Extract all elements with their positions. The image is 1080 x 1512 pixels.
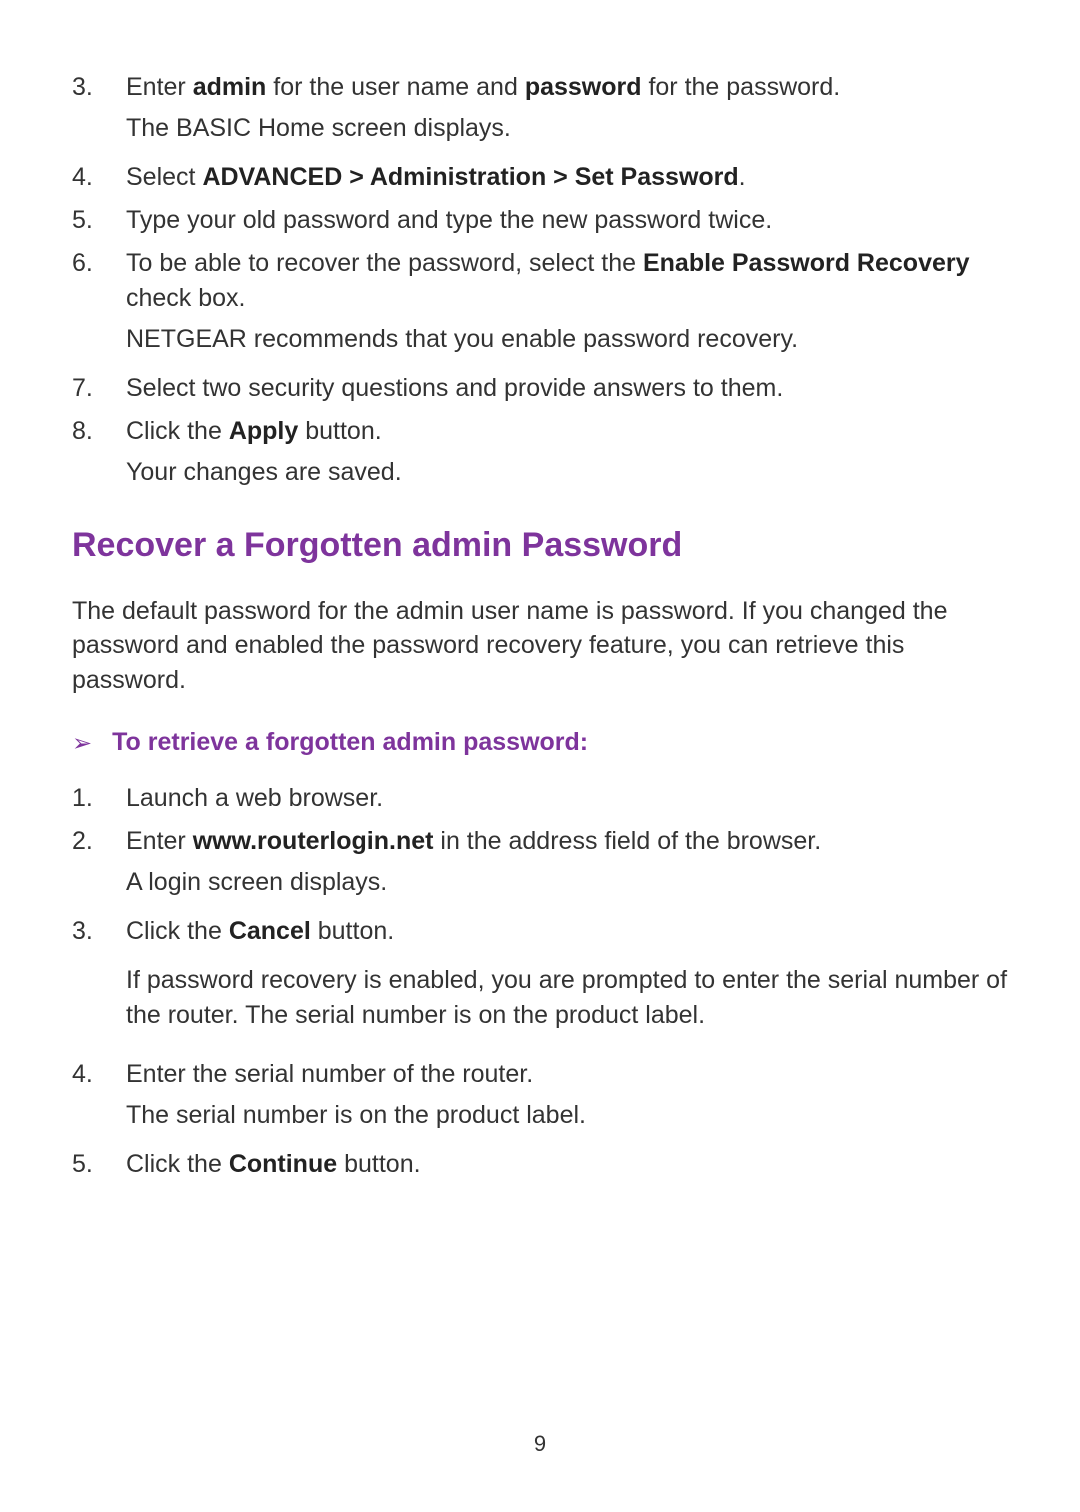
list-content: Click the Cancel button. If password rec… [126, 914, 1008, 1039]
list-item: 3. Click the Cancel button. If password … [72, 914, 1008, 1039]
list-text: Select ADVANCED > Administration > Set P… [126, 160, 1008, 195]
list-content: Enter the serial number of the router. T… [126, 1057, 1008, 1139]
subsection-heading-row: ➢ To retrieve a forgotten admin password… [72, 725, 1008, 761]
list-text: Click the Apply button. [126, 414, 1008, 449]
list-item: 2. Enter www.routerlogin.net in the addr… [72, 824, 1008, 906]
list-text: Enter admin for the user name and passwo… [126, 70, 1008, 105]
page-number: 9 [0, 1429, 1080, 1460]
list-number: 4. [72, 1057, 126, 1139]
list-number: 4. [72, 160, 126, 195]
list-item: 6. To be able to recover the password, s… [72, 246, 1008, 363]
list-content: Click the Continue button. [126, 1147, 1008, 1182]
list-text: Enter www.routerlogin.net in the address… [126, 824, 1008, 859]
list-item: 5. Type your old password and type the n… [72, 203, 1008, 238]
list-subtext: The serial number is on the product labe… [126, 1098, 1008, 1133]
list-subtext: NETGEAR recommends that you enable passw… [126, 322, 1008, 357]
list-item: 8. Click the Apply button. Your changes … [72, 414, 1008, 496]
list-content: Enter www.routerlogin.net in the address… [126, 824, 1008, 906]
list-content: Enter admin for the user name and passwo… [126, 70, 1008, 152]
list-number: 2. [72, 824, 126, 906]
list-subtext: If password recovery is enabled, you are… [126, 963, 1008, 1033]
list-item: 5. Click the Continue button. [72, 1147, 1008, 1182]
list-text: Select two security questions and provid… [126, 371, 1008, 406]
list-item: 3. Enter admin for the user name and pas… [72, 70, 1008, 152]
arrow-icon: ➢ [72, 727, 92, 761]
list-number: 1. [72, 781, 126, 816]
list-number: 5. [72, 203, 126, 238]
list-text: Type your old password and type the new … [126, 203, 1008, 238]
list-text: Click the Cancel button. [126, 914, 1008, 949]
list-content: To be able to recover the password, sele… [126, 246, 1008, 363]
list-number: 7. [72, 371, 126, 406]
list-content: Type your old password and type the new … [126, 203, 1008, 238]
list-content: Launch a web browser. [126, 781, 1008, 816]
list-content: Select two security questions and provid… [126, 371, 1008, 406]
list-item: 7. Select two security questions and pro… [72, 371, 1008, 406]
list-number: 5. [72, 1147, 126, 1182]
list-subtext: Your changes are saved. [126, 455, 1008, 490]
list-subtext: The BASIC Home screen displays. [126, 111, 1008, 146]
list-number: 8. [72, 414, 126, 496]
subsection-heading: To retrieve a forgotten admin password: [112, 725, 588, 760]
list-number: 3. [72, 70, 126, 152]
intro-paragraph: The default password for the admin user … [72, 594, 1008, 698]
list-item: 4. Select ADVANCED > Administration > Se… [72, 160, 1008, 195]
list-subtext: A login screen displays. [126, 865, 1008, 900]
section-heading: Recover a Forgotten admin Password [72, 522, 1008, 570]
list-number: 6. [72, 246, 126, 363]
list-text: Click the Continue button. [126, 1147, 1008, 1182]
list-item: 1. Launch a web browser. [72, 781, 1008, 816]
list-content: Click the Apply button. Your changes are… [126, 414, 1008, 496]
list-text: Enter the serial number of the router. [126, 1057, 1008, 1092]
list-content: Select ADVANCED > Administration > Set P… [126, 160, 1008, 195]
list-item: 4. Enter the serial number of the router… [72, 1057, 1008, 1139]
list-number: 3. [72, 914, 126, 1039]
lower-numbered-list: 1. Launch a web browser. 2. Enter www.ro… [72, 781, 1008, 1182]
list-text: Launch a web browser. [126, 781, 1008, 816]
list-text: To be able to recover the password, sele… [126, 246, 1008, 316]
upper-numbered-list: 3. Enter admin for the user name and pas… [72, 70, 1008, 496]
